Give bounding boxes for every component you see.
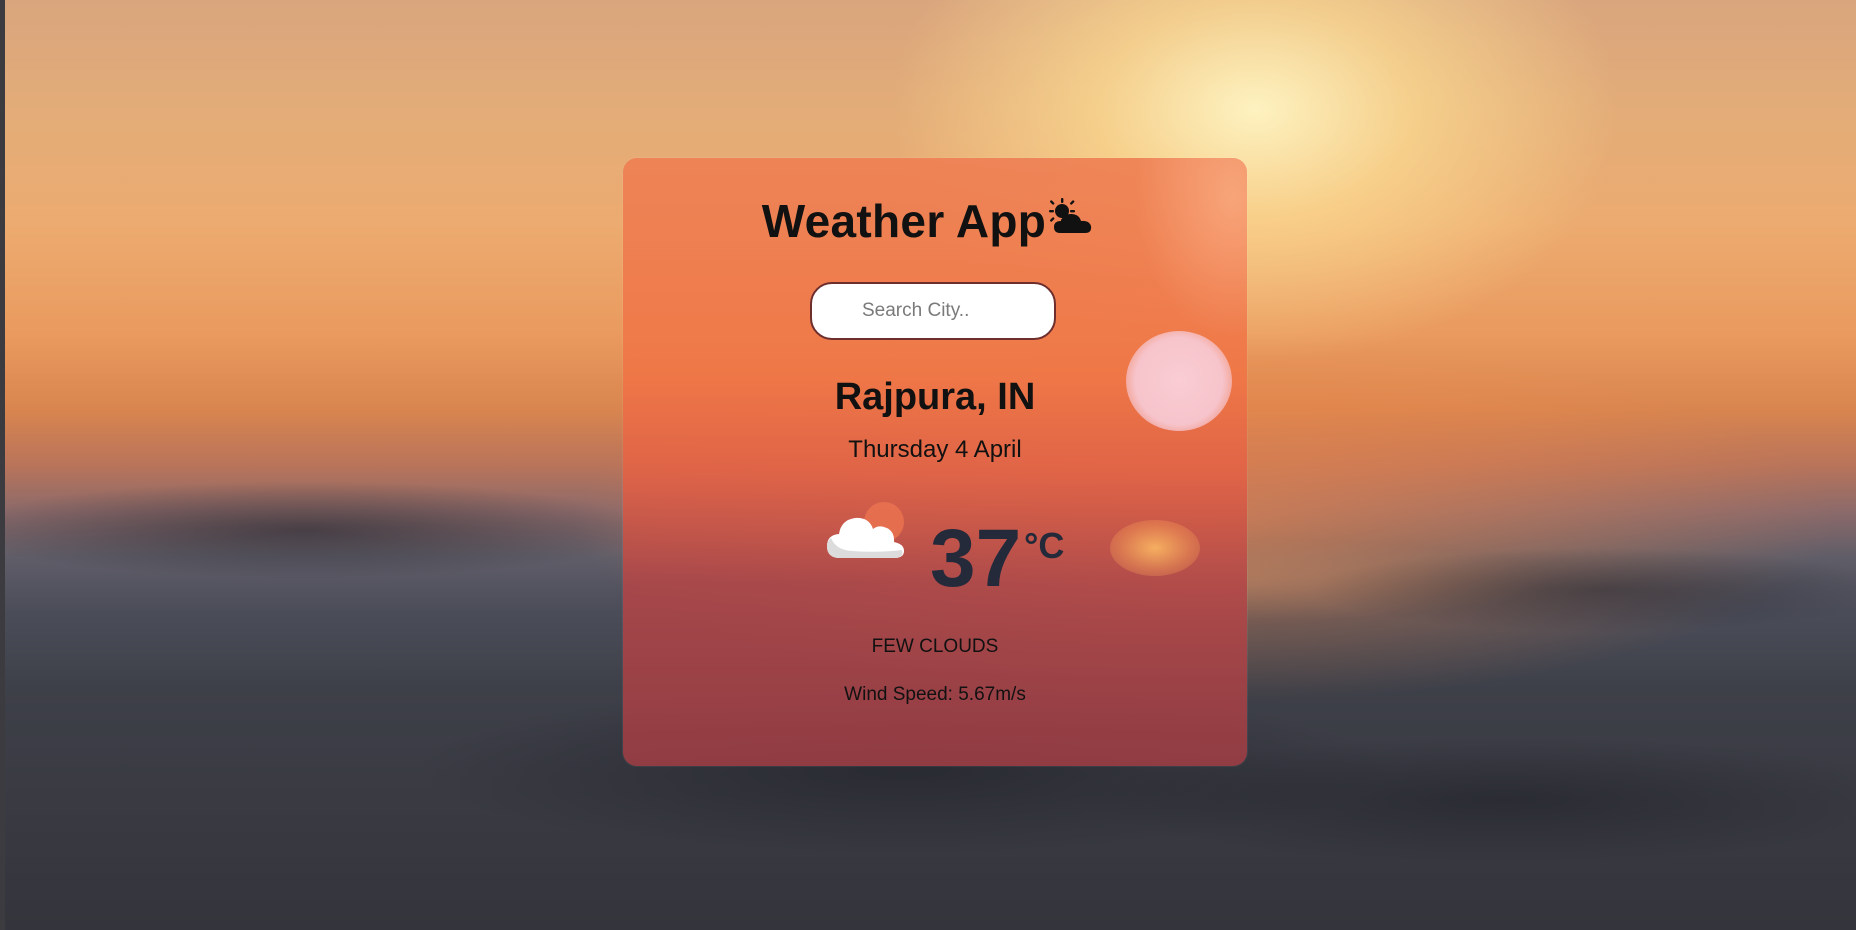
app-title: Weather App [761, 195, 1047, 247]
temperature-value: 37 [930, 513, 1022, 604]
weather-description: FEW CLOUDS [871, 636, 999, 657]
cloud-icon [822, 500, 922, 570]
current-date: Thursday 4 April [848, 436, 1022, 463]
sun-behind-cloud-icon [1046, 197, 1094, 237]
app-header: Weather App [0, 194, 1856, 254]
city-name: Rajpura, IN [834, 376, 1036, 418]
temperature-unit: °C [1024, 525, 1065, 566]
search-city-input[interactable] [810, 282, 1056, 340]
wind-speed: Wind Speed: 5.67m/s [844, 684, 1026, 705]
bokeh-light-orange [1110, 520, 1200, 576]
